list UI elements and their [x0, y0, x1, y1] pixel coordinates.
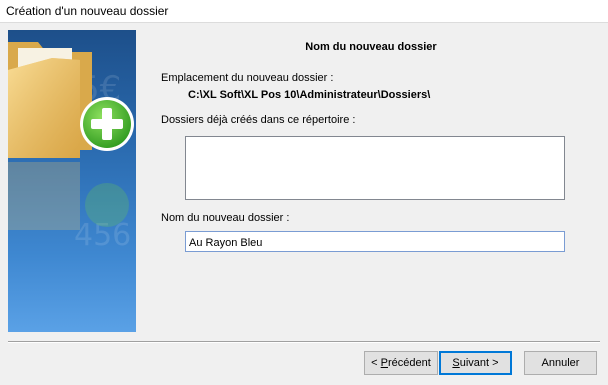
wizard-banner: 5€ 456: [8, 30, 136, 332]
previous-button-prefix: <: [371, 357, 381, 369]
location-label: Emplacement du nouveau dossier :: [161, 72, 334, 84]
window-title: Création d'un nouveau dossier: [6, 4, 169, 18]
page-heading: Nom du nouveau dossier: [305, 41, 437, 53]
folder-name-input[interactable]: [185, 231, 565, 252]
cancel-button[interactable]: Annuler: [524, 351, 597, 375]
previous-button[interactable]: < Précédent: [364, 351, 438, 375]
folder-name-label: Nom du nouveau dossier :: [161, 212, 290, 224]
button-separator: [8, 341, 600, 343]
next-button[interactable]: Suivant >: [439, 351, 512, 375]
next-button-rest: uivant >: [459, 357, 499, 369]
existing-folders-list[interactable]: [185, 136, 565, 200]
previous-button-rest: récédent: [388, 357, 431, 369]
existing-folders-label: Dossiers déjà créés dans ce répertoire :: [161, 114, 356, 126]
title-bar: Création d'un nouveau dossier: [0, 0, 608, 23]
next-button-mnemonic: S: [452, 357, 460, 369]
folder-add-icon: 5€ 456: [8, 42, 134, 253]
previous-button-mnemonic: P: [380, 357, 388, 369]
location-path: C:\XL Soft\XL Pos 10\Administrateur\Doss…: [188, 89, 431, 101]
